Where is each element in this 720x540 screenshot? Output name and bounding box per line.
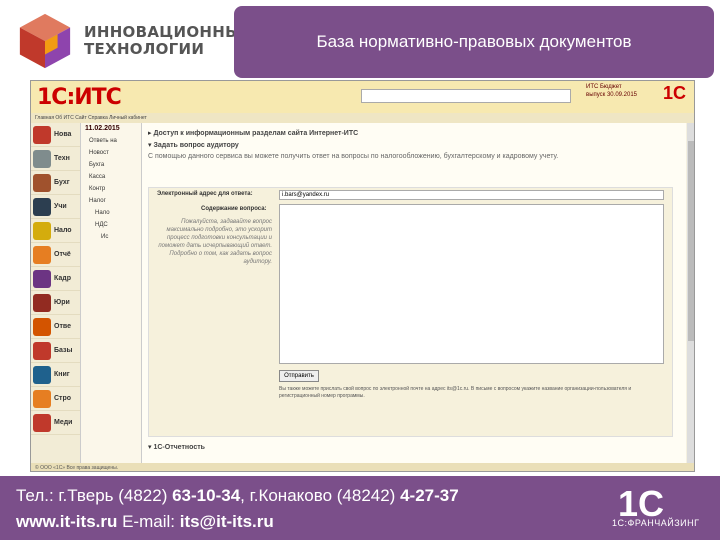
sidebar-item-label: Учи (54, 203, 67, 210)
section-reporting[interactable]: ▾ 1С-Отчетность (142, 441, 211, 453)
sidebar-item[interactable]: Кадр (31, 267, 80, 291)
tree-item[interactable]: Бухга (85, 159, 141, 171)
sidebar-item-icon (33, 125, 51, 144)
sidebar-item-label: Кадр (54, 275, 71, 282)
sidebar-item[interactable]: Юри (31, 291, 80, 315)
section-ask[interactable]: ▾ Задать вопрос аудитору (142, 139, 686, 151)
tree-item[interactable]: Новост (85, 147, 141, 159)
sidebar-item-icon (33, 173, 51, 192)
sidebar-item[interactable]: Бухг (31, 171, 80, 195)
sidebar-item-icon (33, 221, 51, 240)
question-hint: Пожалуйста, задавайте вопрос максимально… (158, 219, 272, 265)
company-name: ИННОВАЦИОННЫЕ ТЕХНОЛОГИИ (84, 23, 252, 58)
company-logo: ИННОВАЦИОННЫЕ ТЕХНОЛОГИИ (10, 10, 251, 70)
sidebar-item[interactable]: Стро (31, 387, 80, 411)
sidebar-item[interactable]: Отве (31, 315, 80, 339)
date-label: 11.02.2015 (85, 125, 120, 132)
tree-item[interactable]: Ис (85, 231, 141, 243)
main-content: ▸ Доступ к информационным разделам сайта… (141, 123, 686, 463)
sidebar-item[interactable]: Нова (31, 123, 80, 147)
sidebar-item-icon (33, 365, 51, 384)
sidebar-item-label: Юри (54, 299, 70, 306)
tree-item[interactable]: Ответь на (85, 135, 141, 147)
sidebar-item-icon (33, 293, 51, 312)
sidebar-item-icon (33, 269, 51, 288)
email-field[interactable]: i.bars@yandex.ru (279, 190, 664, 200)
slide-title-box: База нормативно-правовых документов (234, 6, 714, 78)
email-label: Электронный адрес для ответа: (157, 191, 253, 197)
send-button[interactable]: Отправить (279, 370, 319, 382)
sidebar-item[interactable]: Отчё (31, 243, 80, 267)
sidebar-item-icon (33, 413, 51, 432)
app-logo: 1С:ИТС (37, 85, 122, 110)
sidebar-item-icon (33, 317, 51, 336)
sidebar-item[interactable]: Нало (31, 219, 80, 243)
sidebar-item-label: Стро (54, 395, 72, 402)
question-form: Электронный адрес для ответа: i.bars@yan… (148, 187, 673, 437)
its-info: ИТС Бюджет выпуск 30.09.2015 (586, 84, 638, 98)
phone-line: Тел.: г.Тверь (4822) 63-10-34, г.Конаков… (16, 486, 459, 505)
sidebar-item[interactable]: Базы (31, 339, 80, 363)
question-label: Содержание вопроса: (201, 206, 267, 212)
sidebar-item-label: Отчё (54, 251, 71, 258)
sidebar-item[interactable]: Меди (31, 411, 80, 435)
sidebar-item[interactable]: Книг (31, 363, 80, 387)
sidebar-item-icon (33, 245, 51, 264)
tree-item[interactable]: Контр (85, 183, 141, 195)
sidebar-item-label: Бухг (54, 179, 70, 186)
sidebar-item-icon (33, 149, 51, 168)
tree-item[interactable]: Нало (85, 207, 141, 219)
app-screenshot: 1С:ИТС ИТС Бюджет выпуск 30.09.2015 1С Г… (30, 80, 695, 472)
question-textarea[interactable] (279, 204, 664, 364)
cube-logo-icon (19, 13, 71, 69)
tree-item[interactable]: НДС (85, 219, 141, 231)
scrollbar-thumb[interactable] (688, 141, 694, 341)
tree-item[interactable]: Касса (85, 171, 141, 183)
contact-bar: Тел.: г.Тверь (4822) 63-10-34, г.Конаков… (0, 476, 720, 540)
sidebar-item-label: Нова (54, 131, 72, 138)
sidebar-item-icon (33, 197, 51, 216)
email-note: Вы также можете прислать свой вопрос по … (279, 386, 632, 399)
search-input[interactable] (361, 89, 571, 103)
sidebar-item-icon (33, 341, 51, 360)
tree-item[interactable]: Налог (85, 195, 141, 207)
sidebar-item-label: Отве (54, 323, 71, 330)
sidebar-item[interactable]: Учи (31, 195, 80, 219)
slide-title: База нормативно-правовых документов (316, 32, 632, 51)
sidebar-item[interactable]: Техн (31, 147, 80, 171)
menu-bar[interactable]: Главная Об ИТС Сайт Справка Личный кабин… (31, 113, 694, 123)
1c-logo-icon: 1С (663, 83, 687, 103)
section-access[interactable]: ▸ Доступ к информационным разделам сайта… (142, 127, 686, 139)
sidebar-item-label: Меди (54, 419, 73, 426)
email-link[interactable]: its@it-its.ru (180, 512, 274, 531)
sidebar-item-label: Нало (54, 227, 72, 234)
app-header: 1С:ИТС ИТС Бюджет выпуск 30.09.2015 1С (31, 81, 694, 113)
app-footer: © ООО «1С» Все права защищены. (31, 463, 694, 471)
sidebar-item-label: Техн (54, 155, 70, 162)
sidebar-item-label: Книг (54, 371, 70, 378)
web-line: www.it-its.ru E-mail: its@it-its.ru (16, 512, 274, 531)
tree-nav: 11.02.2015 Ответь на Новост Бухга Касса Конт… (81, 123, 141, 463)
sidebar-item-label: Базы (54, 347, 73, 354)
website-link[interactable]: www.it-its.ru (16, 512, 117, 531)
sidebar: Нова Техн Бухг Учи Нало Отчё Кадр Юри Отве Базы Кн… (31, 123, 81, 463)
section-ask-desc: С помощью данного сервиса вы можете полу… (148, 153, 559, 160)
franchise-label: 1С:ФРАНЧАЙЗИНГ (612, 518, 700, 528)
sidebar-item-icon (33, 389, 51, 408)
